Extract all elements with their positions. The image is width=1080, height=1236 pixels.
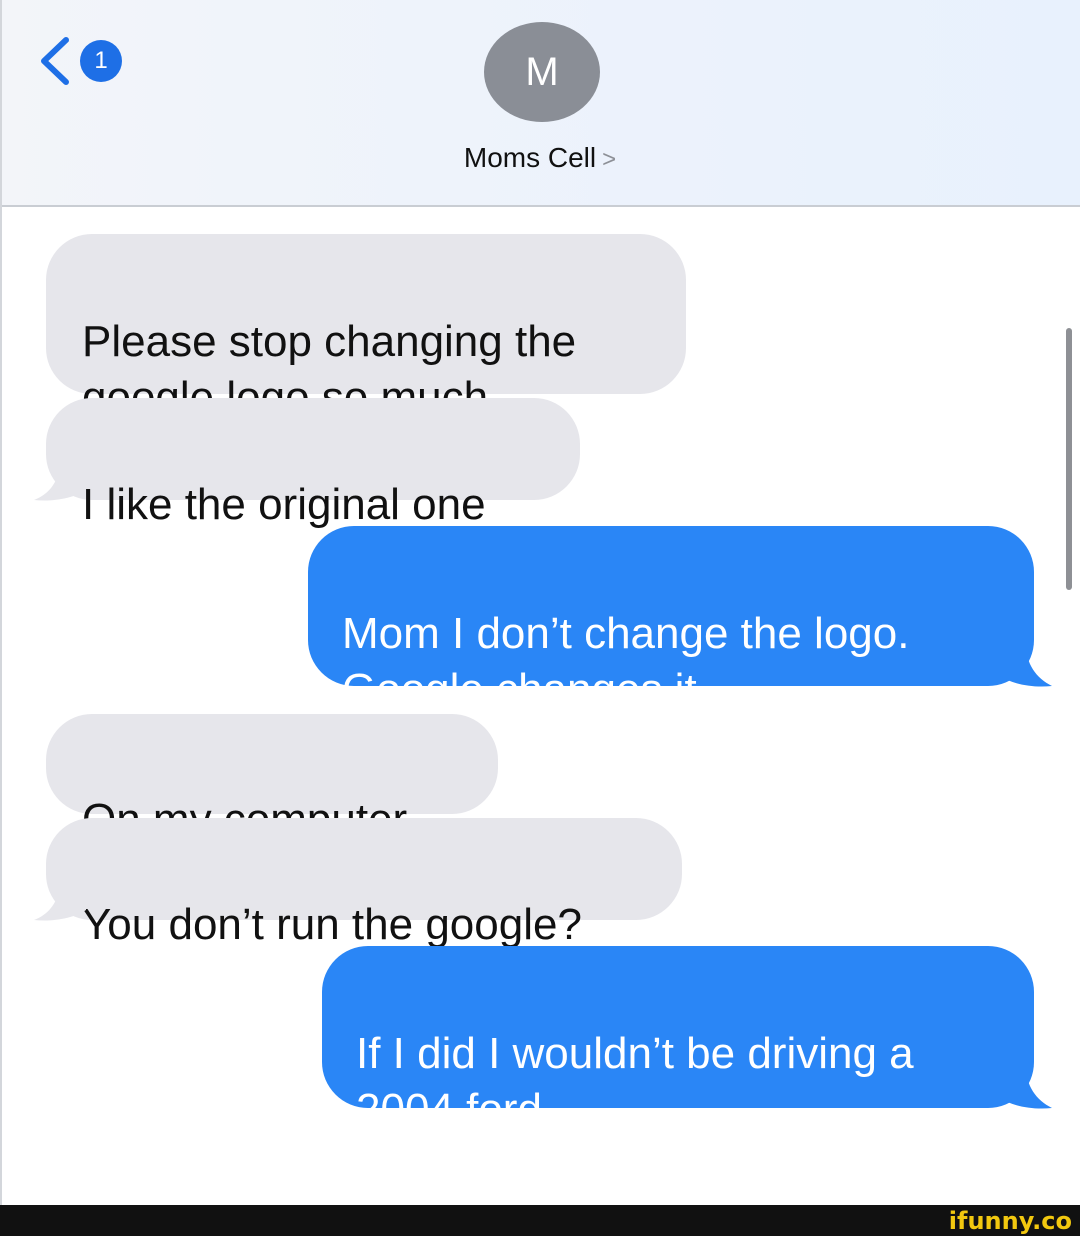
message-text: You don’t run the google? — [82, 900, 582, 949]
unread-count-badge: 1 — [80, 40, 122, 82]
incoming-message-bubble[interactable]: Please stop changing the google logo so … — [46, 234, 686, 422]
contact-avatar[interactable]: M — [484, 22, 600, 122]
message-text: I like the original one — [82, 480, 486, 529]
incoming-bubble-tail — [34, 880, 86, 921]
incoming-bubble-tail — [34, 460, 86, 501]
outgoing-bubble-tail — [1000, 644, 1052, 687]
back-button[interactable]: 1 — [36, 36, 122, 86]
message-text: Mom I don’t change the logo. Google chan… — [342, 609, 910, 714]
outgoing-message-bubble[interactable]: If I did I wouldn’t be driving a 2004 fo… — [322, 946, 1034, 1134]
chevron-left-icon — [41, 37, 69, 85]
contact-name-button[interactable]: Moms Cell > — [0, 142, 1080, 174]
screen-edge — [0, 0, 2, 1205]
watermark-bar — [0, 1205, 1080, 1236]
outgoing-bubble-tail — [1000, 1066, 1052, 1109]
ifunny-watermark: ifunny.co — [948, 1207, 1072, 1235]
chevron-right-icon: > — [602, 146, 617, 173]
scrollbar[interactable] — [1066, 328, 1072, 590]
incoming-message-bubble[interactable]: I like the original one — [46, 398, 580, 529]
incoming-message-bubble[interactable]: You don’t run the google? — [46, 818, 682, 949]
incoming-message-bubble[interactable]: On my computer — [46, 714, 498, 844]
message-text: If I did I wouldn’t be driving a 2004 fo… — [356, 1029, 914, 1134]
contact-name-label: Moms Cell — [463, 142, 597, 173]
outgoing-message-bubble[interactable]: Mom I don’t change the logo. Google chan… — [308, 526, 1034, 714]
